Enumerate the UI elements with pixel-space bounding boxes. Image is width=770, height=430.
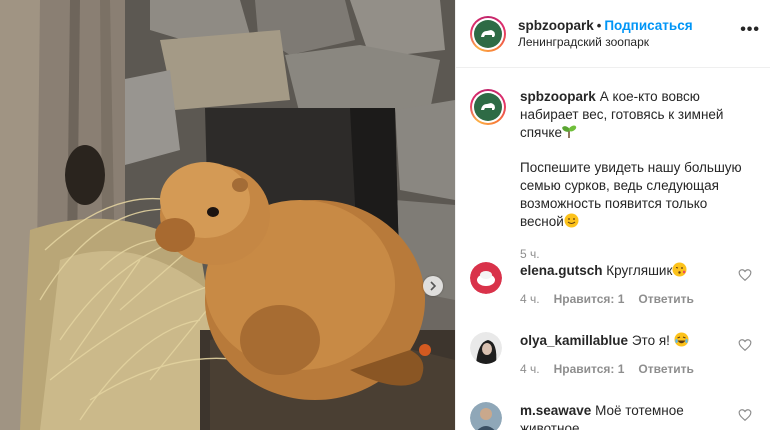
post-header: spbzoopark • Подписаться Ленинградский зоо…: [456, 0, 770, 68]
location-link[interactable]: Ленинградский зоопарк: [518, 34, 693, 51]
like-heart-icon[interactable]: [738, 268, 752, 282]
comment-item: olya_kamillablue Это я! 4 ч. Нравится: 1…: [470, 332, 770, 378]
comment-text-cont: животное: [520, 421, 580, 430]
more-options-button[interactable]: •••: [740, 22, 760, 38]
laughing-emoji-icon: [674, 332, 689, 347]
comment-text: Кругляшик: [606, 263, 673, 278]
seedling-emoji-icon: [562, 125, 577, 138]
comment-time[interactable]: 4 ч.: [520, 290, 540, 308]
zoo-logo-icon: [474, 93, 502, 121]
post-timestamp[interactable]: 5 ч.: [520, 245, 746, 263]
caption-username[interactable]: spbzoopark: [520, 89, 596, 104]
author-username[interactable]: spbzoopark: [518, 18, 594, 33]
caption-avatar[interactable]: [470, 89, 506, 125]
commenter-username[interactable]: elena.gutsch: [520, 263, 603, 278]
reply-button[interactable]: Ответить: [638, 290, 693, 308]
commenter-username[interactable]: m.seawave: [520, 403, 591, 418]
reply-button[interactable]: Ответить: [638, 360, 693, 378]
follow-button[interactable]: Подписаться: [604, 18, 692, 33]
comment-likes[interactable]: Нравится: 1: [554, 290, 625, 308]
smiling-emoji-icon: [564, 213, 579, 228]
like-heart-icon[interactable]: [738, 338, 752, 352]
comment-text: Это я!: [631, 333, 670, 348]
comment-item: elena.gutsch Кругляшик 4 ч. Нравится: 1 …: [470, 262, 770, 308]
like-heart-icon[interactable]: [738, 408, 752, 422]
commenter-username[interactable]: olya_kamillablue: [520, 333, 628, 348]
separator-dot: •: [596, 17, 602, 33]
commenter-avatar[interactable]: [470, 332, 502, 364]
avatar[interactable]: [470, 15, 506, 52]
caption-text-2: Поспешите увидеть нашу большую семью сур…: [520, 160, 742, 229]
comment-item: m.seawave Моё тотемное животное: [470, 402, 770, 430]
post-photo[interactable]: [0, 0, 455, 430]
marmot-photo: [0, 0, 455, 430]
comment-likes[interactable]: Нравится: 1: [554, 360, 625, 378]
next-photo-button[interactable]: [423, 276, 443, 296]
chevron-right-icon: [430, 281, 437, 291]
kiss-emoji-icon: [672, 262, 687, 277]
zoo-logo-icon: [474, 19, 502, 48]
post-side-panel: spbzoopark • Подписаться Ленинградский зоо…: [455, 0, 770, 430]
comment-time[interactable]: 4 ч.: [520, 360, 540, 378]
comment-text: Моё тотемное: [595, 403, 684, 418]
post-caption: spbzoopark А кое-кто вовсю набирает вес, …: [456, 68, 770, 263]
commenter-avatar[interactable]: [470, 262, 502, 294]
commenter-avatar[interactable]: [470, 402, 502, 430]
